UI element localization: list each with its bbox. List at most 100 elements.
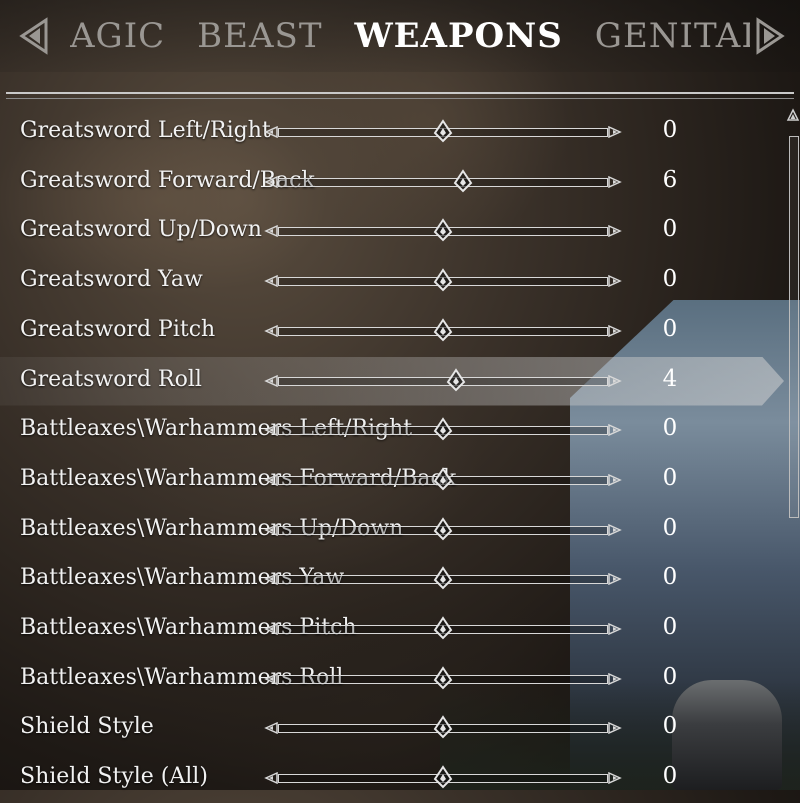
slider-value: 0 [662, 564, 678, 591]
arrow-right-icon[interactable] [608, 772, 622, 785]
arrow-right-icon[interactable] [608, 573, 622, 586]
slider-row[interactable]: Battleaxes\Warhammers Pitch 0 [0, 605, 790, 654]
slider-track[interactable] [278, 177, 608, 187]
slider-row[interactable]: Shield Style 0 [0, 704, 790, 753]
diamond-thumb-icon[interactable] [433, 715, 453, 739]
triangle-left-icon [19, 17, 48, 55]
arrow-right-icon[interactable] [608, 523, 622, 536]
diamond-thumb-icon[interactable] [446, 367, 466, 392]
value-slider[interactable] [264, 566, 622, 590]
value-slider[interactable] [264, 417, 622, 441]
arrow-left-icon[interactable] [264, 672, 278, 685]
tab-genitals[interactable]: GENITALS [595, 16, 750, 56]
slider-row[interactable]: Greatsword Up/Down 0 [0, 207, 790, 256]
slider-label: Greatsword Left/Right [20, 118, 271, 143]
slider-value: 0 [662, 315, 678, 342]
slider-label: Greatsword Pitch [20, 316, 216, 342]
value-slider[interactable] [264, 665, 622, 690]
scroll-up-icon[interactable] [786, 108, 800, 134]
value-slider[interactable] [264, 168, 622, 193]
diamond-thumb-icon[interactable] [433, 218, 453, 242]
arrow-left-icon[interactable] [264, 623, 278, 635]
slider-value: 6 [662, 166, 678, 193]
slider-row[interactable]: Battleaxes\Warhammers Forward/Back 0 [0, 456, 790, 505]
slider-row[interactable]: Shield Style (All) 0 [0, 754, 790, 803]
value-slider[interactable] [264, 715, 622, 739]
slider-row[interactable]: Greatsword Left/Right 0 [0, 108, 790, 157]
arrow-left-icon[interactable] [264, 573, 278, 586]
diamond-thumb-icon[interactable] [433, 417, 453, 441]
diamond-thumb-icon[interactable] [433, 516, 453, 541]
arrow-left-icon[interactable] [264, 175, 278, 188]
diamond-thumb-icon[interactable] [433, 616, 453, 640]
slider-value: 0 [662, 415, 678, 442]
category-tabs: AGICBEASTWEAPONSGENITALSC [70, 12, 750, 60]
slider-value: 0 [662, 614, 678, 640]
value-slider[interactable] [264, 516, 622, 541]
tab-agic[interactable]: AGIC [70, 16, 165, 56]
scroll-thumb[interactable] [789, 136, 799, 518]
slider-value: 0 [662, 663, 678, 690]
arrow-right-icon[interactable] [608, 374, 622, 387]
slider-row[interactable]: Greatsword Roll 4 [0, 356, 784, 406]
diamond-thumb-icon[interactable] [433, 467, 453, 491]
value-slider[interactable] [264, 367, 622, 391]
diamond-thumb-icon[interactable] [433, 665, 453, 690]
slider-row[interactable]: Battleaxes\Warhammers Yaw 0 [0, 555, 790, 604]
value-slider[interactable] [264, 616, 622, 640]
arrow-left-icon[interactable] [264, 772, 278, 785]
value-slider[interactable] [264, 317, 622, 342]
slider-value: 0 [662, 216, 678, 243]
arrow-left-icon[interactable] [264, 324, 278, 337]
slider-track[interactable] [278, 376, 608, 386]
arrow-left-icon[interactable] [264, 126, 278, 138]
scrollbar[interactable] [786, 108, 800, 790]
value-slider[interactable] [264, 268, 622, 292]
arrow-left-icon[interactable] [264, 473, 278, 486]
arrow-left-icon[interactable] [264, 275, 278, 288]
arrow-right-icon[interactable] [608, 275, 622, 288]
slider-value: 0 [662, 713, 678, 740]
value-slider[interactable] [264, 765, 622, 789]
slider-value: 0 [662, 763, 678, 790]
arrow-right-icon[interactable] [608, 175, 622, 188]
next-category-button[interactable] [752, 16, 788, 56]
value-slider[interactable] [264, 119, 622, 143]
arrow-right-icon[interactable] [608, 324, 622, 337]
diamond-thumb-icon[interactable] [453, 168, 473, 193]
arrow-right-icon[interactable] [608, 672, 622, 685]
arrow-left-icon[interactable] [264, 424, 278, 437]
prev-category-button[interactable] [16, 16, 52, 56]
arrow-right-icon[interactable] [608, 225, 622, 238]
tab-weapons[interactable]: WEAPONS [355, 16, 563, 56]
arrow-right-icon[interactable] [608, 623, 622, 635]
tab-beast[interactable]: BEAST [197, 16, 322, 56]
slider-row[interactable]: Battleaxes\Warhammers Left/Right 0 [0, 406, 790, 455]
arrow-left-icon[interactable] [264, 225, 278, 238]
arrow-left-icon[interactable] [264, 722, 278, 735]
slider-row[interactable]: Greatsword Pitch 0 [0, 307, 790, 356]
arrow-left-icon[interactable] [264, 523, 278, 536]
slider-row[interactable]: Battleaxes\Warhammers Up/Down 0 [0, 506, 790, 555]
slider-label: Greatsword Roll [20, 366, 202, 392]
slider-row[interactable]: Greatsword Forward/Back 6 [0, 158, 790, 207]
slider-value: 0 [662, 266, 678, 293]
slider-label: Greatsword Up/Down [20, 217, 262, 243]
diamond-thumb-icon[interactable] [433, 765, 453, 789]
diamond-thumb-icon[interactable] [433, 566, 453, 590]
slider-value: 4 [662, 365, 678, 392]
diamond-thumb-icon[interactable] [433, 268, 453, 292]
arrow-right-icon[interactable] [608, 126, 622, 138]
slider-row[interactable]: Greatsword Yaw 0 [0, 257, 790, 306]
arrow-right-icon[interactable] [608, 473, 622, 486]
slider-row[interactable]: Battleaxes\Warhammers Roll 0 [0, 655, 790, 704]
arrow-right-icon[interactable] [608, 722, 622, 735]
header-divider [6, 92, 794, 94]
value-slider[interactable] [264, 218, 622, 242]
diamond-thumb-icon[interactable] [433, 119, 453, 143]
arrow-left-icon[interactable] [264, 374, 278, 387]
slider-label: Greatsword Yaw [20, 267, 203, 293]
arrow-right-icon[interactable] [608, 424, 622, 437]
diamond-thumb-icon[interactable] [433, 317, 453, 342]
value-slider[interactable] [264, 467, 622, 491]
